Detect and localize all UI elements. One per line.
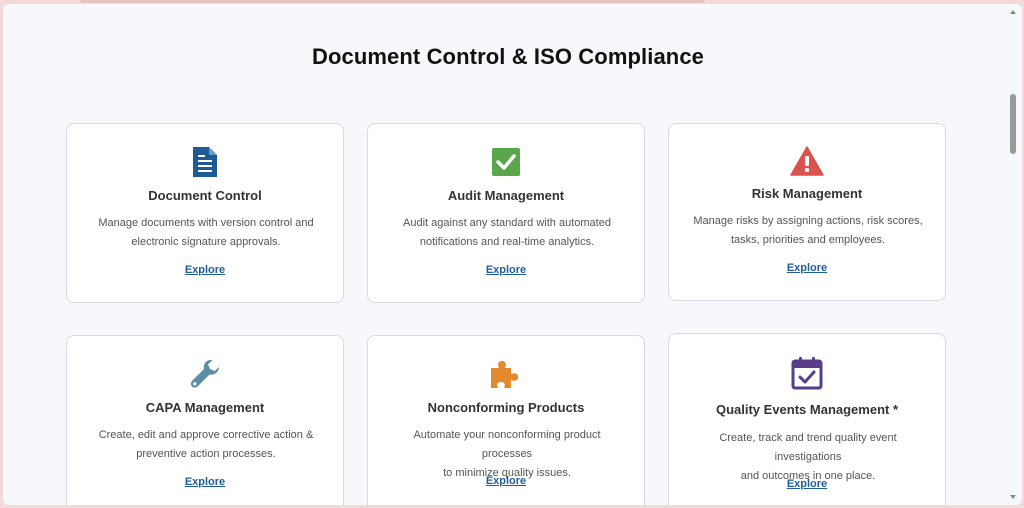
- card-description: Manage risks by assigning actions, risk …: [689, 212, 927, 250]
- card-title: Audit Management: [447, 188, 565, 203]
- card-description-line: Audit against any standard with automate…: [403, 217, 611, 229]
- card-description: Create, edit and approve corrective acti…: [87, 426, 325, 464]
- page-title: Document Control & ISO Compliance: [312, 44, 704, 69]
- card-title: Risk Management: [751, 186, 863, 201]
- card-quality-events-management: Quality Events Management * Create, trac…: [668, 333, 946, 505]
- explore-link[interactable]: Explore: [67, 476, 343, 488]
- calendar-check-icon: [669, 356, 945, 390]
- card-description-line: Automate your nonconforming product proc…: [413, 429, 601, 460]
- checkbox-check-icon: [368, 148, 644, 176]
- browser-top-strip: [80, 0, 705, 3]
- card-title: Nonconforming Products: [427, 400, 585, 415]
- explore-link[interactable]: Explore: [368, 475, 644, 487]
- card-title: Document Control: [148, 188, 262, 203]
- card-description-line: Create, edit and approve corrective acti…: [98, 429, 314, 441]
- warning-triangle-icon: [669, 146, 945, 176]
- card-document-control: Document Control Manage documents with v…: [66, 123, 344, 303]
- explore-link[interactable]: Explore: [67, 264, 343, 276]
- wrench-icon: [67, 358, 343, 390]
- card-audit-management: Audit Management Audit against any stand…: [367, 123, 645, 303]
- puzzle-piece-icon: [368, 360, 644, 390]
- scroll-up-arrow-icon[interactable]: [1010, 10, 1016, 14]
- card-description-line: tasks, priorities and employees.: [730, 234, 886, 246]
- card-nonconforming-products: Nonconforming Products Automate your non…: [367, 335, 645, 505]
- card-description: Audit against any standard with automate…: [388, 214, 626, 252]
- card-title: Quality Events Management *: [715, 402, 899, 417]
- card-description-line: Manage risks by assigning actions, risk …: [693, 215, 923, 227]
- card-risk-management: Risk Management Manage risks by assignin…: [668, 123, 946, 301]
- explore-link[interactable]: Explore: [368, 264, 644, 276]
- explore-link[interactable]: Explore: [669, 262, 945, 274]
- card-description-line: notifications and real-time analytics.: [419, 236, 595, 248]
- scrollbar-thumb[interactable]: [1010, 94, 1016, 154]
- page-viewport: Document Control & ISO Compliance Docume…: [3, 4, 1022, 505]
- card-description: Manage documents with version control an…: [87, 214, 325, 252]
- card-description-line: preventive action processes.: [136, 448, 276, 460]
- card-title: CAPA Management: [145, 400, 265, 415]
- card-description-line: Manage documents with version control an…: [98, 217, 314, 229]
- vertical-scrollbar[interactable]: [1006, 4, 1020, 505]
- card-capa-management: CAPA Management Create, edit and approve…: [66, 335, 344, 505]
- document-icon: [67, 146, 343, 178]
- explore-link[interactable]: Explore: [669, 478, 945, 490]
- scroll-down-arrow-icon[interactable]: [1010, 495, 1016, 499]
- card-description-line: Create, track and trend quality event in…: [719, 432, 897, 463]
- card-description-line: electronic signature approvals.: [131, 236, 281, 248]
